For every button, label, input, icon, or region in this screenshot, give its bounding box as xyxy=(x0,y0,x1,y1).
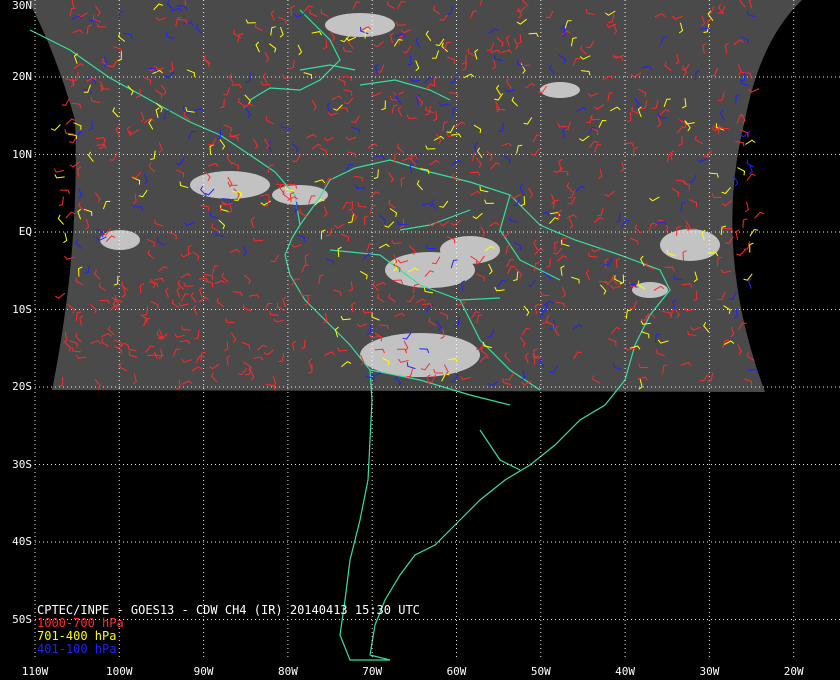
lat-label: 10S xyxy=(12,302,32,316)
lat-label: 30N xyxy=(12,0,32,12)
lon-label: 40W xyxy=(615,665,636,678)
lat-label: 20N xyxy=(12,70,32,83)
lon-label: 20W xyxy=(783,665,804,678)
lon-label: 50W xyxy=(530,665,551,678)
lat-label: EQ xyxy=(18,225,32,238)
lat-label: 20S xyxy=(12,380,32,393)
lon-label: 60W xyxy=(446,665,467,678)
lat-label: 40S xyxy=(12,535,32,548)
lat-label: 10N xyxy=(12,147,32,161)
lon-label: 80W xyxy=(277,665,298,678)
lat-label: 50S xyxy=(12,612,32,626)
lon-label: 70W xyxy=(362,665,383,678)
wind-map xyxy=(0,0,840,680)
map-caption: CPTEC/INPE - GOES13 - CDW CH4 (IR) 20140… xyxy=(37,604,420,656)
lon-label: 110W xyxy=(21,665,49,678)
lon-label: 30W xyxy=(699,665,720,678)
lon-label: 100W xyxy=(106,665,133,678)
legend-high-level: 401-100 hPa xyxy=(37,642,117,656)
lat-label: 30S xyxy=(12,457,32,471)
lon-label: 90W xyxy=(193,665,214,678)
